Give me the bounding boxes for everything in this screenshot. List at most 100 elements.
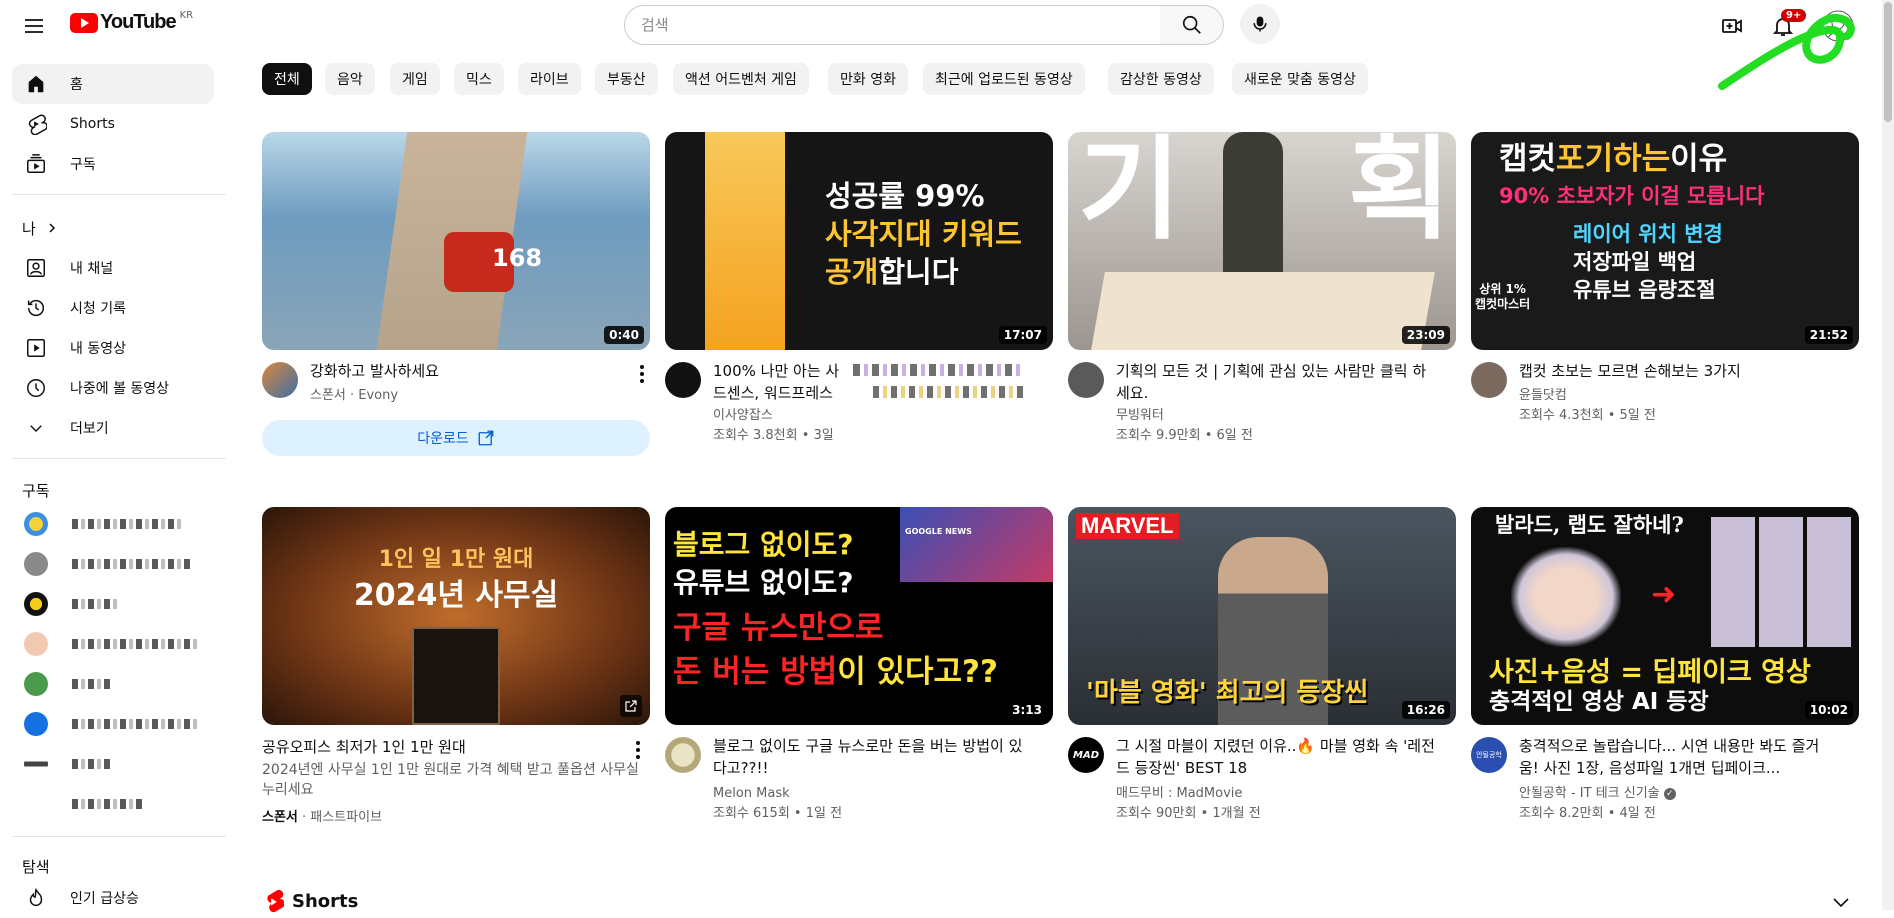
channel-avatar (24, 592, 48, 616)
chip-all[interactable]: 전체 (262, 63, 312, 95)
chip-new-to-you[interactable]: 새로운 맞춤 동영상 (1232, 63, 1368, 95)
channel-avatar[interactable] (1068, 362, 1104, 398)
subscription-item[interactable] (24, 668, 110, 700)
subscription-item[interactable] (24, 748, 110, 780)
chip-live[interactable]: 라이브 (518, 63, 581, 95)
my-videos-icon (24, 336, 48, 360)
sidebar-item-my-channel[interactable]: 내 채널 (12, 248, 214, 288)
youtube-logo[interactable]: YouTube KR (70, 10, 194, 34)
chevron-down-icon (24, 416, 48, 440)
video-thumbnail[interactable]: MARVEL '마블 영화' 최고의 등장씬 16:26 (1068, 507, 1456, 725)
chip-music[interactable]: 음악 (325, 63, 375, 95)
channel-avatar[interactable]: MAD (1068, 737, 1104, 773)
video-title[interactable]: 그 시절 마블이 지렸던 이유..🔥 마블 영화 속 '레전드 등장씬' BES… (1116, 735, 1436, 779)
sidebar-item-home[interactable]: 홈 (12, 64, 214, 104)
subscription-item[interactable] (24, 708, 197, 740)
region-code: KR (179, 10, 194, 21)
video-thumbnail[interactable]: 기 획 23:09 (1068, 132, 1456, 350)
video-thumbnail[interactable]: GOOGLE NEWS 블로그 없이도? 유튜브 없이도? 구글 뉴스만으로 돈… (665, 507, 1053, 725)
thumb-text: GOOGLE NEWS (905, 527, 972, 536)
video-title[interactable]: 100% 나만 아는 사 드센스, 워드프레스 (713, 360, 1033, 404)
sidebar-item-trending[interactable]: 인기 급상승 (12, 878, 214, 918)
channel-avatar[interactable] (665, 362, 701, 398)
video-thumbnail[interactable]: 168 0:40 (262, 132, 650, 350)
search-input[interactable] (641, 16, 1160, 34)
thumb-light-door (705, 132, 785, 350)
video-title[interactable]: 강화하고 발사하세요 (310, 360, 630, 382)
channel-avatar (24, 632, 48, 656)
channel-avatar[interactable] (665, 737, 701, 773)
chip-games[interactable]: 게임 (390, 63, 440, 95)
sidebar-item-label: 구독 (70, 157, 96, 173)
thumb-person (1223, 132, 1283, 282)
subscriptions-heading: 구독 (22, 482, 50, 500)
sidebar-you-heading[interactable]: 나 (12, 208, 214, 248)
voice-search-button[interactable] (1240, 4, 1280, 44)
chip-real-estate[interactable]: 부동산 (595, 63, 658, 95)
channel-name[interactable]: 안될공학 - IT 테크 신기술 (1519, 786, 1660, 801)
thumb-badge-line: 캡컷마스터 (1475, 297, 1531, 311)
more-options-icon[interactable] (630, 362, 654, 386)
video-thumbnail[interactable]: 발라드, 랩도 잘하네? ➜ 사진+음성 = 딥페이크 영상 충격적인 영상 A… (1471, 507, 1859, 725)
chevron-down-icon (1833, 898, 1849, 908)
sidebar-item-watch-later[interactable]: 나중에 볼 동영상 (12, 368, 214, 408)
obscured-text (853, 364, 1023, 376)
sidebar-item-label: 내 동영상 (70, 341, 126, 357)
video-thumbnail[interactable]: 1인 일 1만 원대 2024년 사무실 (262, 507, 650, 725)
sidebar-item-shorts[interactable]: Shorts (12, 104, 214, 144)
video-title[interactable]: 캡컷 초보는 모르면 손해보는 3가지 (1519, 360, 1839, 382)
chip-recently-uploaded[interactable]: 최근에 업로드된 동영상 (923, 63, 1085, 95)
thumb-text: 사각지대 키워드 (825, 217, 1022, 251)
thumb-text: '마블 영화' 최고의 등장씬 (1086, 678, 1369, 708)
video-stats: 조회수 90만회 • 1개월 전 (1116, 806, 1261, 821)
trending-icon (24, 886, 48, 910)
video-thumbnail[interactable]: 캡컷포기하는이유 90% 초보자가 이걸 모릅니다 레이어 위치 변경 저장파일… (1471, 132, 1859, 350)
video-thumbnail[interactable]: 성공률 99% 사각지대 키워드 공개합니다 17:07 (665, 132, 1053, 350)
subscription-item[interactable] (24, 508, 182, 540)
video-title[interactable]: 기획의 모든 것 | 기획에 관심 있는 사람만 클릭 하세요. (1116, 360, 1436, 404)
search-box[interactable] (624, 5, 1161, 45)
video-title[interactable]: 공유오피스 최저가 1인 1만 원대 (262, 736, 622, 758)
more-options-icon[interactable] (626, 738, 650, 762)
subscription-item[interactable] (24, 548, 192, 580)
search-button[interactable] (1160, 5, 1224, 45)
channel-avatar[interactable]: 안될공학 (1471, 737, 1507, 773)
channel-name[interactable]: 윤들닷컴 (1519, 386, 1567, 406)
video-title[interactable]: 충격적으로 놀랍습니다... 시연 내용만 봐도 즐거움! 사진 1장, 음성파… (1519, 735, 1839, 779)
channel-name[interactable]: 매드무비 : MadMovie (1116, 784, 1242, 804)
video-duration: 17:07 (998, 326, 1047, 344)
sidebar-item-label: 나중에 볼 동영상 (70, 381, 170, 397)
obscured-text (873, 386, 1023, 398)
channel-name[interactable]: 무빙워터 (1116, 406, 1164, 426)
chip-action-adventure[interactable]: 액션 어드벤처 게임 (673, 63, 809, 95)
thumb-text: 레이어 위치 변경 (1573, 222, 1723, 246)
subscription-item[interactable] (24, 588, 117, 620)
channel-avatar[interactable] (1471, 362, 1507, 398)
scrollbar-thumb[interactable] (1884, 2, 1892, 122)
masthead: YouTube KR 9+ (0, 0, 1894, 90)
external-link-icon (478, 430, 494, 446)
channel-name[interactable]: 이사양잡스 (713, 406, 773, 426)
video-title[interactable]: 블로그 없이도 구글 뉴스로만 돈을 버는 방법이 있다고??!! (713, 735, 1033, 779)
sidebar-item-more[interactable]: 더보기 (12, 408, 214, 448)
ad-download-button[interactable]: 다운로드 (262, 420, 650, 456)
channel-name[interactable]: Melon Mask (713, 784, 790, 804)
subscription-item[interactable] (24, 628, 197, 660)
chip-animation[interactable]: 만화 영화 (828, 63, 908, 95)
video-duration: 10:02 (1804, 701, 1853, 719)
thumb-text-highlight: 공개 (825, 255, 879, 289)
sidebar-item-my-videos[interactable]: 내 동영상 (12, 328, 214, 368)
channel-avatar[interactable] (262, 362, 298, 398)
subscription-item[interactable] (24, 788, 142, 820)
chevron-right-icon (46, 219, 58, 238)
chip-mix[interactable]: 믹스 (454, 63, 504, 95)
channel-avatar (24, 712, 48, 736)
thumb-text: 사진+음성 = 딥페이크 영상 (1489, 657, 1811, 688)
sidebar-item-history[interactable]: 시청 기록 (12, 288, 214, 328)
chip-watched[interactable]: 감상한 동영상 (1108, 63, 1214, 95)
menu-icon[interactable] (18, 10, 50, 42)
sidebar-item-subscriptions[interactable]: 구독 (12, 144, 214, 184)
collapse-section-button[interactable] (1832, 894, 1850, 913)
scrollbar-track[interactable] (1882, 0, 1894, 910)
thumb-text: 유튜브 없이도? (673, 566, 854, 599)
